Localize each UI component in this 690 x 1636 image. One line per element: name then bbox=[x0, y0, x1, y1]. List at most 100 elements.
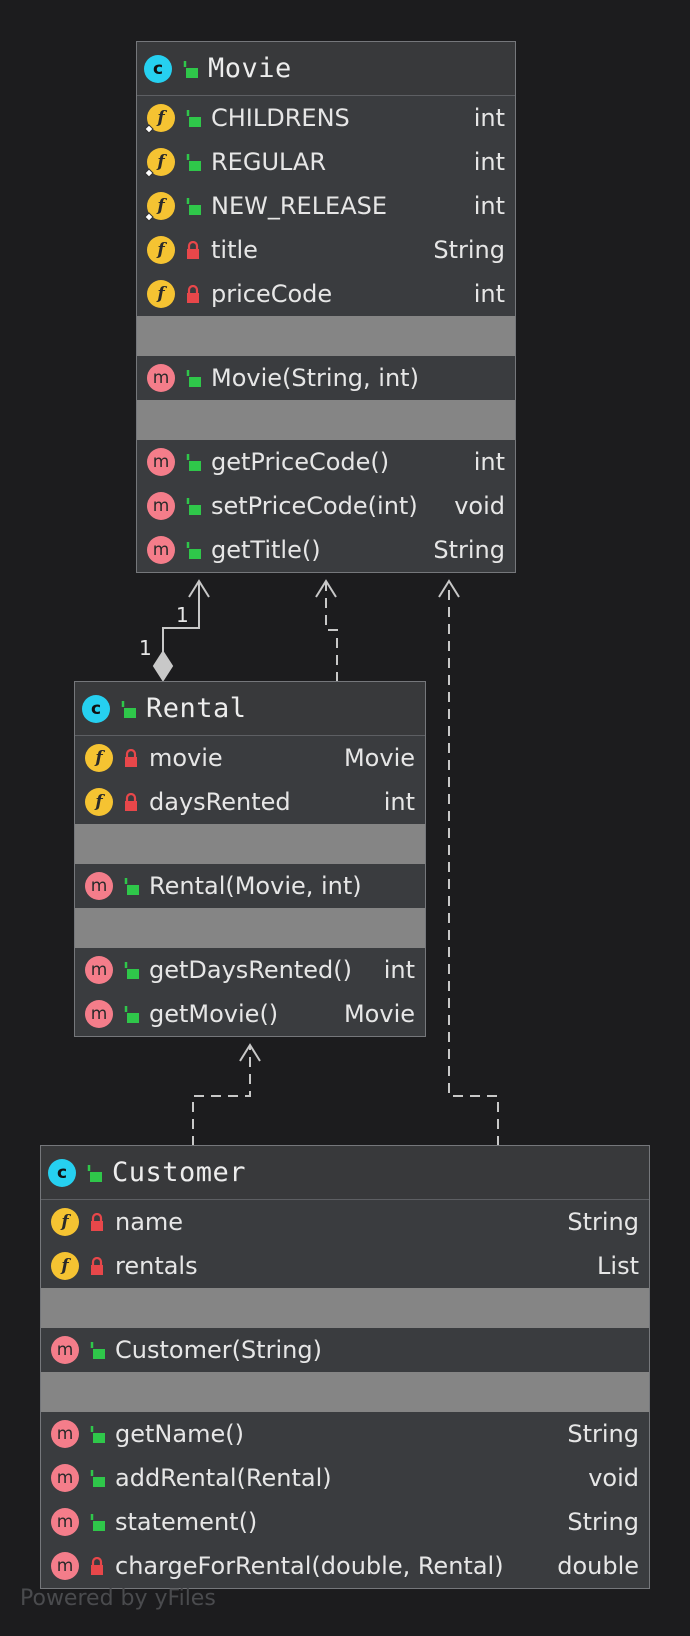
dependency-customer-rental bbox=[192, 1043, 261, 1146]
method-name: statement() bbox=[115, 1508, 258, 1536]
field-row[interactable]: f rentals List bbox=[41, 1244, 649, 1288]
field-icon: f bbox=[85, 744, 113, 772]
method-icon: m bbox=[147, 364, 175, 392]
field-name: movie bbox=[149, 744, 223, 772]
class-icon: c bbox=[48, 1158, 76, 1187]
method-row[interactable]: m getTitle() String bbox=[137, 528, 515, 572]
class-title: Movie bbox=[208, 53, 292, 84]
field-row[interactable]: f title String bbox=[137, 228, 515, 272]
unlocked-icon bbox=[87, 1164, 102, 1182]
class-header: c Customer bbox=[41, 1146, 649, 1200]
constructor-row[interactable]: m Movie(String, int) bbox=[137, 356, 515, 400]
constructor-name: Movie(String, int) bbox=[211, 364, 419, 392]
unlocked-icon bbox=[186, 154, 201, 171]
multiplicity-source: 1 bbox=[139, 636, 152, 660]
class-icon: c bbox=[82, 694, 110, 723]
method-row[interactable]: m getDaysRented() int bbox=[75, 948, 425, 992]
unlocked-icon bbox=[183, 60, 198, 78]
method-row[interactable]: m chargeForRental(double, Rental) double bbox=[41, 1544, 649, 1588]
dependency-customer-movie bbox=[438, 579, 499, 1146]
field-row[interactable]: f REGULAR int bbox=[137, 140, 515, 184]
method-type: int bbox=[383, 956, 415, 984]
locked-icon bbox=[187, 285, 199, 303]
field-icon: f bbox=[147, 280, 175, 308]
field-name: CHILDRENS bbox=[211, 104, 350, 132]
field-name: daysRented bbox=[149, 788, 291, 816]
section-separator bbox=[75, 824, 425, 864]
field-row[interactable]: f CHILDRENS int bbox=[137, 96, 515, 140]
field-name: name bbox=[115, 1208, 184, 1236]
method-row[interactable]: m setPriceCode(int) void bbox=[137, 484, 515, 528]
method-row[interactable]: m getPriceCode() int bbox=[137, 440, 515, 484]
locked-icon bbox=[91, 1557, 103, 1575]
field-icon: f bbox=[51, 1208, 79, 1236]
method-icon: m bbox=[147, 448, 175, 476]
static-field-icon: f bbox=[144, 192, 175, 222]
static-field-icon: f bbox=[144, 148, 175, 178]
unlocked-icon bbox=[186, 198, 201, 215]
field-name: title bbox=[211, 236, 258, 264]
constructor-row[interactable]: m Rental(Movie, int) bbox=[75, 864, 425, 908]
class-header: c Rental bbox=[75, 682, 425, 736]
locked-icon bbox=[187, 241, 199, 259]
field-row[interactable]: f daysRented int bbox=[75, 780, 425, 824]
method-name: getName() bbox=[115, 1420, 244, 1448]
method-row[interactable]: m statement() String bbox=[41, 1500, 649, 1544]
field-type: String bbox=[433, 236, 505, 264]
method-icon: m bbox=[147, 536, 175, 564]
section-separator bbox=[41, 1372, 649, 1412]
field-type: int bbox=[383, 788, 415, 816]
field-row[interactable]: f name String bbox=[41, 1200, 649, 1244]
field-icon: f bbox=[85, 788, 113, 816]
locked-icon bbox=[91, 1257, 103, 1275]
class-icon: c bbox=[144, 54, 172, 83]
method-type: double bbox=[557, 1552, 639, 1580]
unlocked-icon bbox=[186, 498, 201, 515]
method-name: setPriceCode(int) bbox=[211, 492, 418, 520]
method-icon: m bbox=[51, 1508, 79, 1536]
field-type: Movie bbox=[343, 744, 415, 772]
static-field-icon: f bbox=[144, 104, 175, 134]
method-icon: m bbox=[85, 956, 113, 984]
method-name: getTitle() bbox=[211, 536, 321, 564]
unlocked-icon bbox=[90, 1470, 105, 1487]
unlocked-icon bbox=[186, 110, 201, 127]
class-movie[interactable]: c Movie f CHILDRENS int f REGULAR int f … bbox=[136, 41, 516, 573]
method-row[interactable]: m getMovie() Movie bbox=[75, 992, 425, 1036]
method-name: chargeForRental(double, Rental) bbox=[115, 1552, 504, 1580]
constructor-name: Rental(Movie, int) bbox=[149, 872, 362, 900]
constructor-row[interactable]: m Customer(String) bbox=[41, 1328, 649, 1372]
method-type: String bbox=[567, 1508, 639, 1536]
section-separator bbox=[137, 316, 515, 356]
section-separator bbox=[41, 1288, 649, 1328]
footer-watermark: Powered by yFiles bbox=[20, 1586, 216, 1611]
method-row[interactable]: m getName() String bbox=[41, 1412, 649, 1456]
field-row[interactable]: f priceCode int bbox=[137, 272, 515, 316]
class-rental[interactable]: c Rental f movie Movie f daysRented int … bbox=[74, 681, 426, 1037]
class-customer[interactable]: c Customer f name String f rentals List … bbox=[40, 1145, 650, 1589]
unlocked-icon bbox=[121, 700, 136, 718]
field-icon: f bbox=[51, 1252, 79, 1280]
method-type: int bbox=[473, 448, 505, 476]
unlocked-icon bbox=[124, 962, 139, 979]
method-type: String bbox=[567, 1420, 639, 1448]
multiplicity-target: 1 bbox=[176, 603, 189, 627]
method-icon: m bbox=[51, 1552, 79, 1580]
unlocked-icon bbox=[90, 1426, 105, 1443]
locked-icon bbox=[91, 1213, 103, 1231]
unlocked-icon bbox=[124, 1006, 139, 1023]
field-row[interactable]: f movie Movie bbox=[75, 736, 425, 780]
section-separator bbox=[137, 400, 515, 440]
method-icon: m bbox=[85, 1000, 113, 1028]
unlocked-icon bbox=[124, 878, 139, 895]
field-name: REGULAR bbox=[211, 148, 327, 176]
dependency-rental-movie bbox=[315, 579, 338, 682]
method-type: void bbox=[588, 1464, 639, 1492]
unlocked-icon bbox=[90, 1514, 105, 1531]
locked-icon bbox=[125, 793, 137, 811]
method-row[interactable]: m addRental(Rental) void bbox=[41, 1456, 649, 1500]
unlocked-icon bbox=[186, 454, 201, 471]
class-title: Customer bbox=[112, 1157, 247, 1188]
field-row[interactable]: f NEW_RELEASE int bbox=[137, 184, 515, 228]
locked-icon bbox=[125, 749, 137, 767]
